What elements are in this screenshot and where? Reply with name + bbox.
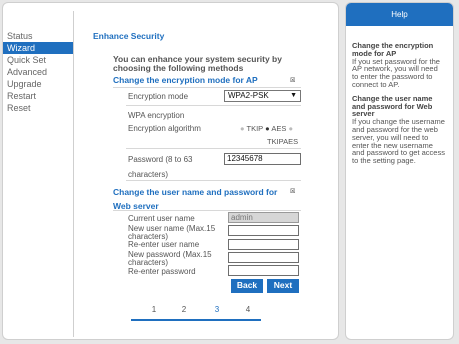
pager-page-2[interactable]: 2: [179, 305, 189, 314]
new-password-label: New password (Max.15 characters): [128, 250, 212, 267]
new-password-input[interactable]: [228, 252, 299, 263]
help-heading-web: Change the user name and password for We…: [352, 93, 433, 119]
radio-on-icon: ●: [265, 124, 270, 133]
radio-tkipaes[interactable]: ●: [288, 124, 293, 133]
password-label: Password (8 to 63: [128, 155, 193, 164]
divider: [113, 210, 301, 211]
next-button[interactable]: Next: [267, 279, 299, 293]
reenter-password-input[interactable]: [228, 265, 299, 276]
wpa-encryption-label: WPA encryption: [128, 111, 185, 120]
pager-page-1[interactable]: 1: [149, 305, 159, 314]
password-input[interactable]: 12345678: [224, 153, 301, 165]
reenter-user-label: Re-enter user name: [128, 240, 200, 249]
algorithm-radio-group: ● TKIP ● AES ●: [240, 124, 293, 133]
radio-aes-label: AES: [271, 124, 287, 133]
main-panel: Status Wizard Quick Set Advanced Upgrade…: [2, 2, 339, 340]
sidebar-item-restart[interactable]: Restart: [3, 90, 73, 102]
encryption-mode-select[interactable]: WPA2-PSK ▼: [224, 90, 301, 102]
pager-progress-line: [131, 319, 261, 321]
sidebar-item-reset[interactable]: Reset: [3, 102, 73, 114]
current-user-label: Current user name: [128, 214, 195, 223]
page-title: Enhance Security: [93, 31, 165, 41]
sidebar-item-status[interactable]: Status: [3, 30, 73, 42]
new-user-label: New user name (Max.15 characters): [128, 224, 216, 241]
reenter-password-label: Re-enter password: [128, 267, 196, 276]
help-panel: Help Change the encryption mode for AP I…: [345, 2, 454, 340]
radio-tkip[interactable]: ● TKIP: [240, 124, 263, 133]
reenter-user-input[interactable]: [228, 239, 299, 250]
divider: [126, 148, 301, 149]
web-section-heading: Change the user name and password for: [113, 187, 278, 197]
ap-section-checkbox[interactable]: ☒: [290, 77, 295, 84]
divider: [113, 87, 301, 88]
sidebar-item-upgrade[interactable]: Upgrade: [3, 78, 73, 90]
back-button[interactable]: Back: [231, 279, 263, 293]
sidebar-item-quick-set[interactable]: Quick Set: [3, 54, 73, 66]
web-section-checkbox[interactable]: ☒: [290, 188, 295, 195]
pager-page-3[interactable]: 3: [212, 305, 222, 314]
sidebar-item-advanced[interactable]: Advanced: [3, 66, 73, 78]
current-user-input: admin: [228, 212, 299, 223]
ap-section-heading: Change the encryption mode for AP: [113, 75, 258, 85]
new-user-input[interactable]: [228, 225, 299, 236]
sidebar-divider: [73, 11, 74, 337]
password-label-cont: characters): [128, 170, 169, 179]
help-text-ap: If you set password for the AP network, …: [352, 56, 440, 89]
divider: [126, 180, 301, 181]
wizard-content: Enhance Security You can enhance your sy…: [91, 3, 336, 341]
radio-tkip-label: TKIP: [246, 124, 264, 133]
radio-aes[interactable]: ● AES: [265, 124, 286, 133]
help-heading-ap: Change the encryption mode for AP: [352, 41, 434, 58]
radio-tkipaes-label: TKIPAES: [267, 137, 299, 146]
dropdown-arrow-icon: ▼: [290, 92, 297, 99]
help-title: Help: [346, 3, 453, 26]
divider: [126, 105, 301, 106]
intro-text: You can enhance your system security by …: [113, 54, 282, 73]
encryption-algorithm-label: Encryption algorithm: [128, 124, 201, 133]
encryption-mode-label: Encryption mode: [128, 92, 189, 101]
encryption-mode-value: WPA2-PSK: [228, 91, 269, 100]
help-text-web: If you change the username and password …: [352, 117, 445, 166]
sidebar-nav: Status Wizard Quick Set Advanced Upgrade…: [3, 30, 73, 114]
pager-page-4[interactable]: 4: [243, 305, 253, 314]
help-body: Change the encryption mode for AP If you…: [346, 26, 453, 165]
radio-off-icon: ●: [240, 124, 245, 133]
sidebar-item-wizard[interactable]: Wizard: [3, 42, 73, 54]
